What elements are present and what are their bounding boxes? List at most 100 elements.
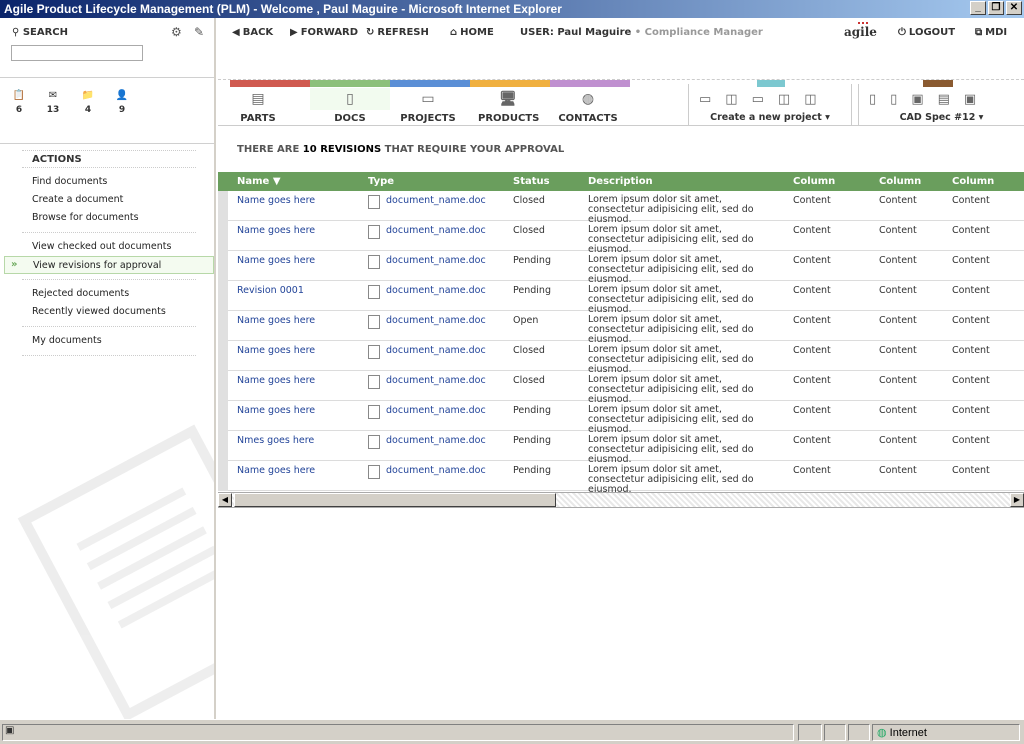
row-name-link[interactable]: Name goes here xyxy=(237,195,315,206)
restore-button[interactable]: ❐ xyxy=(988,1,1004,15)
row-content: Content xyxy=(793,405,831,416)
minimize-button[interactable]: _ xyxy=(970,1,986,15)
tab-contacts[interactable]: ◍ CONTACTS xyxy=(558,88,618,124)
table-row[interactable]: Nmes goes here document_name.doc Pending Lo… xyxy=(218,431,1024,465)
document-icon[interactable]: ▯ xyxy=(890,92,897,107)
clipboard-counter[interactable]: 📋 6 xyxy=(7,90,31,115)
row-type-link[interactable]: document_name.doc xyxy=(368,195,486,209)
main-content: THERE ARE 10 REVISIONS THAT REQUIRE YOUR… xyxy=(218,126,1024,719)
folder-counter[interactable]: 📁 4 xyxy=(76,90,100,115)
column-header-column[interactable]: Column xyxy=(952,176,994,187)
table-row[interactable]: Name goes here document_name.doc Closed Lor… xyxy=(218,221,1024,255)
row-name-link[interactable]: Revision 0001 xyxy=(237,285,304,296)
project-icons: ▭ ◫ ▭ ◫ ◫ xyxy=(699,92,816,107)
create-project-dropdown[interactable]: Create a new project ▾ xyxy=(689,112,851,123)
row-status: Closed xyxy=(513,195,545,206)
row-type-link[interactable]: document_name.doc xyxy=(368,405,486,419)
mail-counter[interactable]: ✉ 13 xyxy=(41,90,65,115)
row-content: Content xyxy=(793,375,831,386)
row-name-link[interactable]: Name goes here xyxy=(237,255,315,266)
disk-icon[interactable]: ▣ xyxy=(964,92,976,107)
browse-documents-link[interactable]: Browse for documents xyxy=(22,209,196,227)
tab-parts[interactable]: ▤ PARTS xyxy=(238,88,278,124)
row-name-link[interactable]: Name goes here xyxy=(237,405,315,416)
mdi-button[interactable]: ⧉ MDI xyxy=(975,27,1007,38)
horizontal-scrollbar[interactable]: ◀ ▶ xyxy=(218,492,1024,508)
table-row[interactable]: Name goes here document_name.doc Closed Lor… xyxy=(218,191,1024,225)
tab-products[interactable]: 🖥 PRODUCTS xyxy=(478,88,539,124)
search-panel: ⚲ SEARCH ⚙ ✎ xyxy=(0,18,214,78)
row-type-link[interactable]: document_name.doc xyxy=(368,345,486,359)
cad-icons: ▯ ▯ ▣ ▤ ▣ xyxy=(869,92,976,107)
active-arrow-icon: » xyxy=(11,259,18,270)
row-type-link[interactable]: document_name.doc xyxy=(368,315,486,329)
document-icon xyxy=(368,375,380,389)
parts-color-strip xyxy=(230,80,310,87)
rejected-documents-link[interactable]: Rejected documents xyxy=(22,285,196,303)
scroll-thumb[interactable] xyxy=(234,493,556,507)
row-description: Lorem ipsum dolor sit amet, consectetur … xyxy=(588,464,754,495)
table-row[interactable]: Name goes here document_name.doc Closed Lor… xyxy=(218,371,1024,405)
row-type-link[interactable]: document_name.doc xyxy=(368,285,486,299)
power-icon: ⏻ xyxy=(898,27,906,38)
column-header-type[interactable]: Type xyxy=(368,176,394,187)
tab-docs[interactable]: ▯ DOCS xyxy=(310,88,390,124)
column-header-column[interactable]: Column xyxy=(793,176,835,187)
checked-out-documents-link[interactable]: View checked out documents xyxy=(22,238,196,256)
my-documents-link[interactable]: My documents xyxy=(22,332,196,350)
row-name-link[interactable]: Nmes goes here xyxy=(237,435,314,446)
folder-open-icon[interactable]: ▭ xyxy=(752,92,764,107)
gear-icon[interactable]: ⚙ xyxy=(171,25,182,39)
clipboard-icon[interactable]: ▤ xyxy=(938,92,950,107)
window-title: Agile Product Lifecycle Management (PLM)… xyxy=(4,2,562,16)
column-header-status[interactable]: Status xyxy=(513,176,550,187)
disk-icon[interactable]: ▣ xyxy=(911,92,923,107)
row-type-link[interactable]: document_name.doc xyxy=(368,225,486,239)
create-document-link[interactable]: Create a document xyxy=(22,191,196,209)
row-name-link[interactable]: Name goes here xyxy=(237,465,315,476)
table-row[interactable]: Name goes here document_name.doc Pending Lo… xyxy=(218,461,1024,495)
table-row[interactable]: Name goes here document_name.doc Open Lorem… xyxy=(218,311,1024,345)
find-documents-link[interactable]: Find documents xyxy=(22,173,196,191)
row-type-link[interactable]: document_name.doc xyxy=(368,375,486,389)
column-header-description[interactable]: Description xyxy=(588,176,653,187)
scroll-left-button[interactable]: ◀ xyxy=(218,493,232,507)
cube-icon[interactable]: ◫ xyxy=(725,92,737,107)
table-row[interactable]: Name goes here document_name.doc Pending Lo… xyxy=(218,401,1024,435)
row-name-link[interactable]: Name goes here xyxy=(237,225,315,236)
row-type-link[interactable]: document_name.doc xyxy=(368,255,486,269)
back-button[interactable]: ◀ BACK xyxy=(232,27,273,38)
revisions-for-approval-link[interactable]: » View revisions for approval xyxy=(4,256,214,274)
project-section: ▭ ◫ ▭ ◫ ◫ Create a new project ▾ xyxy=(688,80,852,126)
row-name-link[interactable]: Name goes here xyxy=(237,345,315,356)
cube-icon[interactable]: ◫ xyxy=(778,92,790,107)
row-content: Content xyxy=(952,225,990,236)
home-button[interactable]: ⌂ HOME xyxy=(450,27,494,38)
document-icon[interactable]: ▯ xyxy=(869,92,876,107)
cad-spec-dropdown[interactable]: CAD Spec #12 ▾ xyxy=(859,112,1024,123)
search-input[interactable] xyxy=(11,45,143,61)
row-status: Pending xyxy=(513,255,551,266)
refresh-button[interactable]: ↻ REFRESH xyxy=(366,27,429,38)
row-type-link[interactable]: document_name.doc xyxy=(368,435,486,449)
folder-icon[interactable]: ▭ xyxy=(699,92,711,107)
row-name-link[interactable]: Name goes here xyxy=(237,315,315,326)
pin-icon[interactable]: ✎ xyxy=(194,25,204,39)
table-row[interactable]: Name goes here document_name.doc Pending Lo… xyxy=(218,251,1024,285)
row-type-link[interactable]: document_name.doc xyxy=(368,465,486,479)
cube-icon[interactable]: ◫ xyxy=(804,92,816,107)
close-button[interactable]: ✕ xyxy=(1006,1,1022,15)
column-header-column[interactable]: Column xyxy=(879,176,921,187)
column-header-name[interactable]: Name ▼ xyxy=(237,176,281,187)
table-row[interactable]: Name goes here document_name.doc Closed Lor… xyxy=(218,341,1024,375)
table-row[interactable]: Revision 0001 document_name.doc Pending Lor… xyxy=(218,281,1024,315)
row-status: Closed xyxy=(513,225,545,236)
forward-button[interactable]: ▶ FORWARD xyxy=(290,27,358,38)
tab-projects[interactable]: ▭ PROJECTS xyxy=(398,88,458,124)
logout-button[interactable]: ⏻ LOGOUT xyxy=(898,27,955,38)
recent-documents-link[interactable]: Recently viewed documents xyxy=(22,303,196,321)
row-name-link[interactable]: Name goes here xyxy=(237,375,315,386)
scroll-right-button[interactable]: ▶ xyxy=(1010,493,1024,507)
contact-counter[interactable]: 👤 9 xyxy=(110,90,134,115)
table-header: Name ▼ Type Status Description Column Co… xyxy=(218,172,1024,191)
